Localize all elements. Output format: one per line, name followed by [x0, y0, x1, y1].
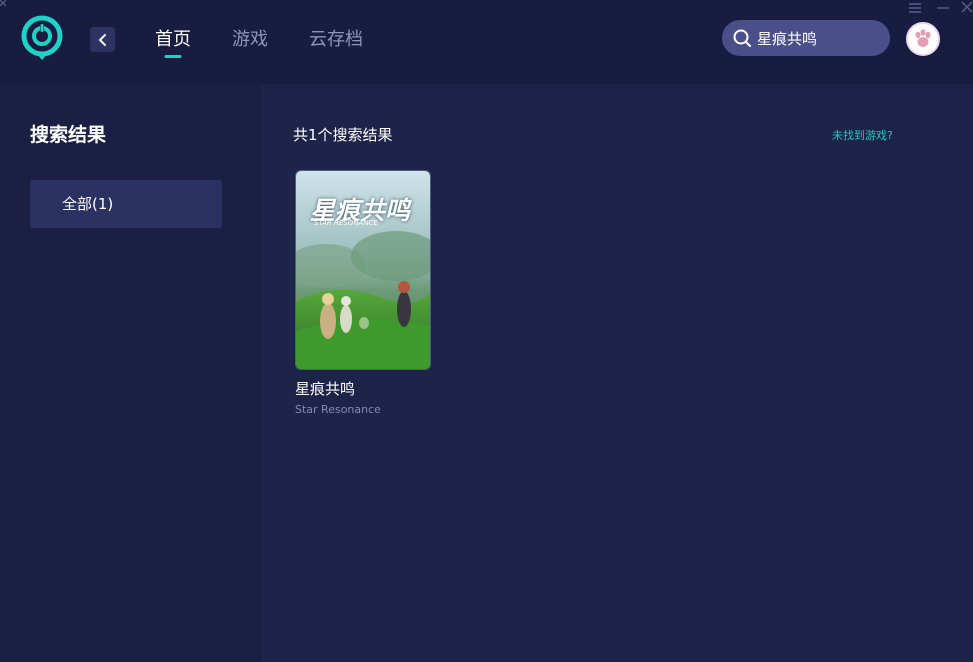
user-avatar[interactable]	[906, 22, 940, 56]
tab-cloud-saves[interactable]: 云存档	[309, 28, 363, 58]
tab-games-label: 游戏	[232, 29, 268, 50]
game-card[interactable]: 星痕共鸣 STAR RESONANCE 星痕共鸣 Star Resonance	[295, 170, 431, 416]
app-window: 首页 游戏 云存档 星痕共鸣 搜索结果 全部(1) 共1个搜索结果 未找到游戏?…	[0, 0, 973, 662]
corner-close-icon[interactable]	[0, 0, 10, 10]
tab-games[interactable]: 游戏	[232, 28, 268, 58]
game-subtitle: Star Resonance	[295, 403, 381, 416]
search-input[interactable]	[757, 29, 877, 47]
app-logo-icon	[21, 15, 63, 60]
game-cover[interactable]: 星痕共鸣 STAR RESONANCE	[295, 170, 431, 370]
search-icon	[733, 29, 751, 47]
active-tab-indicator	[164, 55, 182, 58]
game-name: 星痕共鸣	[295, 380, 356, 398]
minimize-icon[interactable]	[936, 2, 950, 14]
tab-home-label: 首页	[155, 29, 191, 50]
sidebar-title: 搜索结果	[30, 124, 107, 146]
tab-home[interactable]: 首页	[155, 28, 191, 58]
cover-subtitle: STAR RESONANCE	[314, 219, 378, 227]
search-box[interactable]	[722, 20, 890, 56]
close-icon[interactable]	[961, 1, 973, 13]
chevron-left-icon	[98, 33, 106, 46]
results-panel: 共1个搜索结果 未找到游戏? 星痕共鸣 STAR RESONANCE 星痕共鸣 …	[261, 84, 973, 662]
result-count: 共1个搜索结果	[293, 126, 393, 144]
game-not-found-link[interactable]: 未找到游戏?	[832, 127, 893, 143]
back-button[interactable]	[90, 27, 115, 52]
top-bar: 首页 游戏 云存档	[0, 0, 973, 84]
paw-avatar-icon	[915, 29, 931, 47]
main-nav: 首页 游戏 云存档	[155, 28, 404, 58]
tab-cloud-saves-label: 云存档	[309, 29, 363, 50]
menu-icon[interactable]	[908, 2, 922, 14]
filter-all[interactable]: 全部(1)	[30, 180, 222, 228]
sidebar: 搜索结果 全部(1)	[0, 84, 261, 662]
